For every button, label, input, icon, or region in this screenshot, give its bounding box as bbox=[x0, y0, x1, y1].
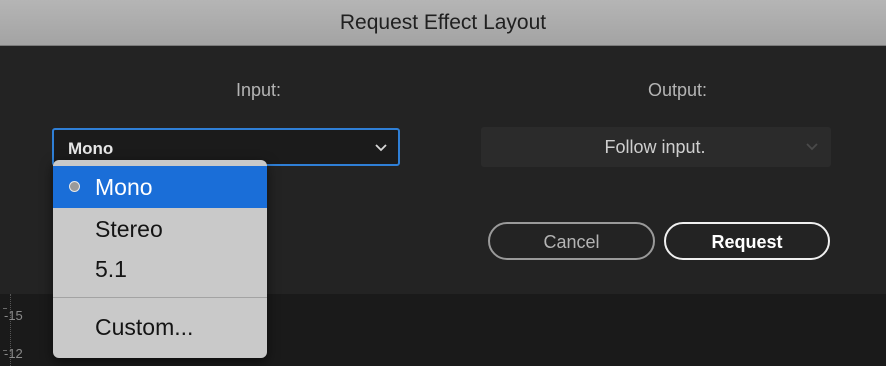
menu-item-mono[interactable]: Mono bbox=[53, 166, 267, 208]
selected-dot-icon bbox=[69, 181, 80, 192]
cancel-button[interactable]: Cancel bbox=[488, 222, 655, 260]
menu-item-5-1[interactable]: 5.1 bbox=[53, 248, 267, 290]
ruler-mark-15: -15 bbox=[4, 308, 23, 323]
chevron-down-icon bbox=[806, 143, 818, 151]
menu-item-label: Custom... bbox=[95, 314, 194, 340]
output-select: Follow input. bbox=[481, 127, 831, 167]
dialog-title: Request Effect Layout bbox=[0, 0, 886, 46]
input-label: Input: bbox=[236, 80, 282, 100]
output-select-value: Follow input. bbox=[604, 137, 706, 157]
menu-item-label: 5.1 bbox=[95, 256, 127, 282]
level-ruler: -15 -12 bbox=[0, 294, 60, 366]
ruler-mark-12: -12 bbox=[4, 346, 23, 361]
input-dropdown-menu: Mono Stereo 5.1 Custom... bbox=[53, 160, 267, 358]
request-button[interactable]: Request bbox=[664, 222, 830, 260]
chevron-down-icon bbox=[375, 144, 387, 152]
menu-item-label: Mono bbox=[95, 174, 153, 200]
menu-item-stereo[interactable]: Stereo bbox=[53, 208, 267, 250]
menu-item-label: Stereo bbox=[95, 216, 163, 242]
menu-separator bbox=[53, 297, 267, 298]
output-label: Output: bbox=[648, 80, 708, 100]
input-select-value: Mono bbox=[68, 139, 114, 158]
menu-item-custom[interactable]: Custom... bbox=[53, 306, 267, 348]
